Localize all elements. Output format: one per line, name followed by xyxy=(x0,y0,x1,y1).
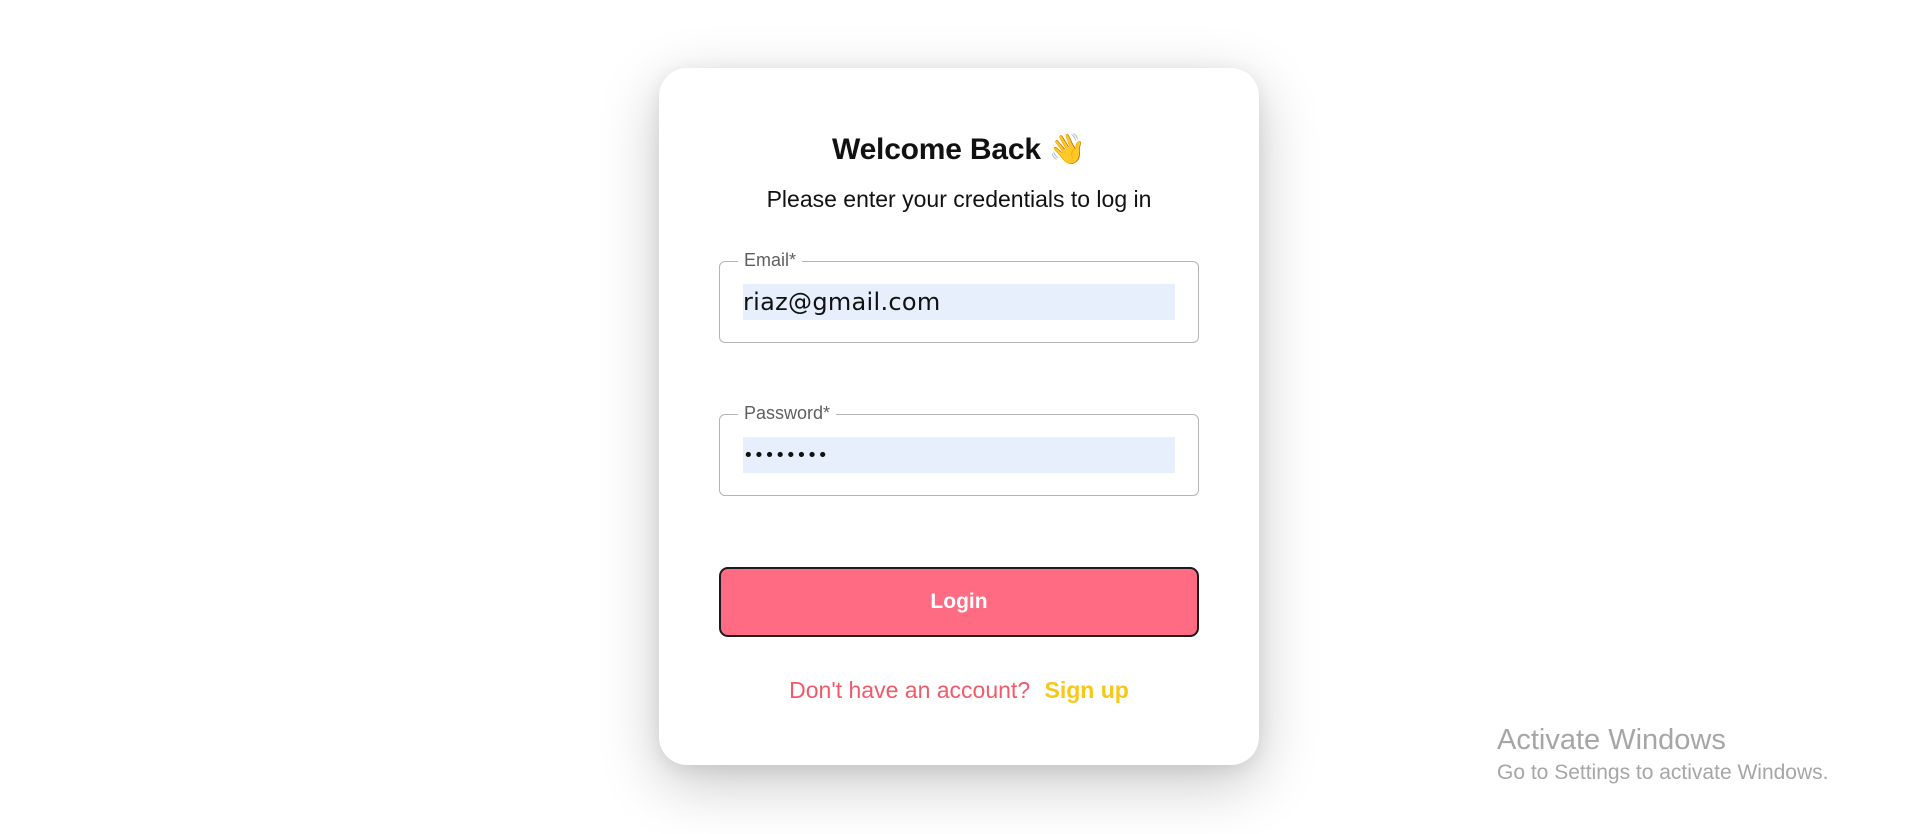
login-button[interactable]: Login xyxy=(719,567,1199,637)
page: Welcome Back 👋 Please enter your credenti… xyxy=(0,0,1918,834)
windows-activation-watermark: Activate Windows Go to Settings to activ… xyxy=(1497,722,1829,788)
password-field[interactable]: Password* xyxy=(719,403,1199,496)
title-text: Welcome Back xyxy=(832,133,1041,166)
email-label: Email* xyxy=(738,250,803,271)
page-title: Welcome Back 👋 xyxy=(659,132,1259,167)
signup-link[interactable]: Sign up xyxy=(1045,677,1129,703)
email-input[interactable] xyxy=(743,284,1175,320)
password-input[interactable] xyxy=(743,437,1175,473)
watermark-subtitle: Go to Settings to activate Windows. xyxy=(1497,761,1829,784)
login-card: Welcome Back 👋 Please enter your credenti… xyxy=(659,68,1259,765)
email-field[interactable]: Email* xyxy=(719,250,1199,343)
signup-prompt: Don't have an account? xyxy=(789,677,1031,703)
password-label: Password* xyxy=(738,403,837,424)
subtitle: Please enter your credentials to log in xyxy=(766,186,1152,212)
waving-hand-icon: 👋 xyxy=(1048,132,1086,167)
signup-row: Don't have an account? Sign up xyxy=(659,677,1259,704)
watermark-title: Activate Windows xyxy=(1497,724,1726,756)
